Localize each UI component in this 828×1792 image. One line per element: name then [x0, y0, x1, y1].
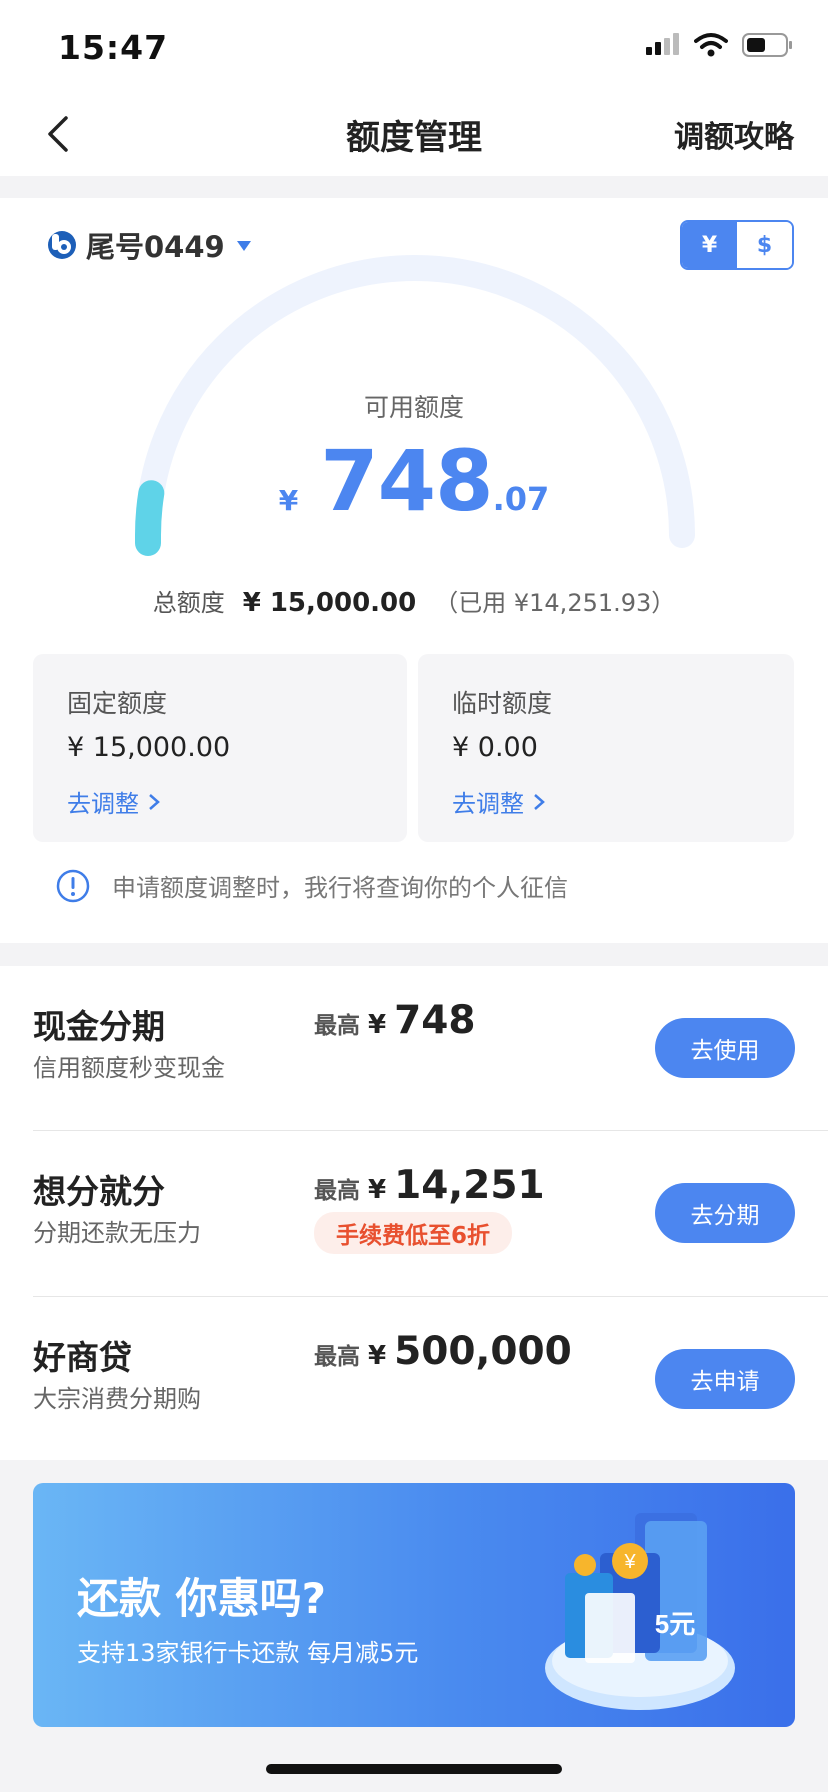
available-currency-symbol: ¥ [278, 484, 299, 517]
product-max-value: 500,000 [394, 1329, 572, 1374]
product-max: 最高 ¥ 748 [314, 998, 476, 1043]
temp-credit-title: 临时额度 [452, 689, 553, 718]
svg-text:¥: ¥ [623, 1551, 636, 1573]
used-amount: （已用 ¥14,251.93） [434, 589, 676, 617]
signal-icon [646, 33, 679, 55]
product-max-label: 最高 [314, 1344, 360, 1370]
total-label: 总额度 [152, 589, 225, 617]
total-value: ¥ 15,000.00 [242, 588, 417, 618]
product-desc: 大宗消费分期购 [33, 1385, 201, 1413]
temp-credit-value: ¥ 0.00 [452, 732, 538, 763]
banner-art-text: 5元 [655, 1609, 695, 1639]
available-decimal: .07 [492, 480, 550, 518]
available-amount: ¥ 748 .07 [0, 432, 828, 530]
temp-adjust-label: 去调整 [452, 790, 524, 818]
product-max-symbol: ¥ [368, 1341, 387, 1371]
info-icon [56, 869, 90, 902]
temp-credit-box: 临时额度 ¥ 0.00 去调整 [418, 654, 794, 842]
total-credit-line: 总额度 ¥ 15,000.00 （已用 ¥14,251.93） [0, 583, 828, 618]
temp-adjust-link[interactable]: 去调整 [452, 784, 546, 819]
installment-button[interactable]: 去分期 [655, 1183, 795, 1243]
product-max-label: 最高 [314, 1178, 360, 1204]
fixed-adjust-label: 去调整 [67, 790, 139, 818]
product-desc: 信用额度秒变现金 [33, 1054, 225, 1082]
chevron-right-icon [149, 793, 160, 810]
product-name: 现金分期 [33, 1007, 165, 1046]
product-max-value: 748 [394, 998, 476, 1043]
bank-logo-icon [48, 231, 76, 259]
divider [33, 1296, 828, 1297]
product-max: 最高 ¥ 14,251 [314, 1163, 545, 1208]
product-desc: 分期还款无压力 [33, 1219, 201, 1247]
status-icons [646, 32, 794, 58]
credit-notice: 申请额度调整时，我行将查询你的个人征信 [56, 868, 568, 903]
currency-usd-button[interactable]: $ [737, 222, 792, 268]
fixed-credit-value: ¥ 15,000.00 [67, 732, 231, 763]
wifi-icon [694, 33, 728, 57]
available-label: 可用额度 [363, 393, 464, 422]
divider [33, 1130, 828, 1131]
product-max-label: 最高 [314, 1013, 360, 1039]
product-max-symbol: ¥ [368, 1175, 387, 1205]
status-time: 15:47 [58, 28, 169, 67]
fee-discount-badge: 手续费低至6折 [314, 1212, 513, 1254]
banner-title: 还款 你惠吗? [77, 1574, 326, 1623]
battery-icon [742, 33, 792, 57]
product-max: 最高 ¥ 500,000 [314, 1329, 572, 1374]
home-indicator [266, 1764, 562, 1774]
notice-text: 申请额度调整时，我行将查询你的个人征信 [112, 874, 568, 902]
adjust-guide-link[interactable]: 调额攻略 [674, 112, 794, 156]
fixed-credit-title: 固定额度 [67, 689, 168, 718]
available-integer: 748 [320, 432, 493, 530]
bank-cards-illustration: ¥ 5元 [545, 1513, 735, 1710]
product-name: 好商贷 [33, 1338, 132, 1377]
apply-loan-button[interactable]: 去申请 [655, 1349, 795, 1409]
repayment-promo-banner[interactable]: 还款 你惠吗? 支持13家银行卡还款 每月减5元 ¥ 5元 [33, 1483, 795, 1727]
product-name: 想分就分 [33, 1172, 165, 1211]
fixed-adjust-link[interactable]: 去调整 [67, 784, 161, 819]
product-max-value: 14,251 [394, 1163, 545, 1208]
product-max-symbol: ¥ [368, 1010, 387, 1040]
fixed-credit-box: 固定额度 ¥ 15,000.00 去调整 [33, 654, 407, 842]
chevron-right-icon [534, 793, 545, 810]
banner-subtitle: 支持13家银行卡还款 每月减5元 [77, 1639, 419, 1667]
cash-installment-button[interactable]: 去使用 [655, 1018, 795, 1078]
